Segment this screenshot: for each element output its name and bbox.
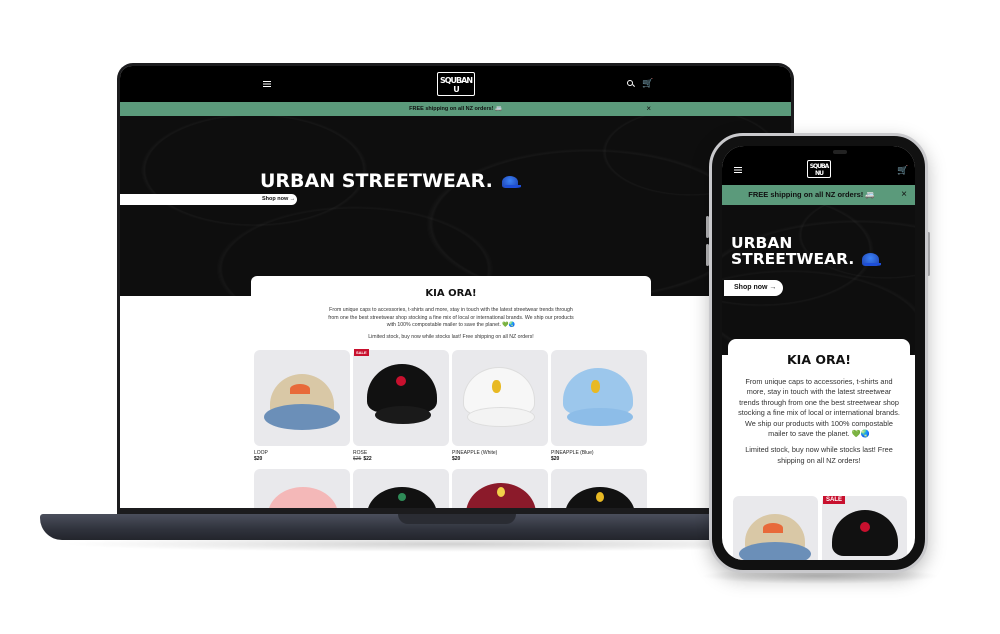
- hero-title: URBAN STREETWEAR.: [731, 235, 911, 268]
- sale-badge: SALE: [823, 496, 846, 504]
- hero-title-text: URBAN STREETWEAR.: [731, 234, 855, 269]
- hero-banner: URBAN STREETWEAR. Shop now →: [722, 205, 915, 355]
- product-card[interactable]: LOOP $20: [254, 350, 350, 462]
- shop-now-button[interactable]: Shop now →: [724, 280, 783, 296]
- desktop-site: SQUBANU 🛒 FREE shipping on all NZ orders…: [120, 66, 791, 508]
- announcement-bar: FREE shipping on all NZ orders! 🚐 ×: [120, 102, 791, 116]
- cap-icon: [502, 175, 521, 188]
- pineapple-blue-cap-image: [561, 368, 637, 432]
- product-image[interactable]: [353, 350, 449, 446]
- product-image[interactable]: [254, 469, 350, 508]
- search-icon[interactable]: [627, 80, 633, 86]
- stock-note: Limited stock, buy now while stocks last…: [745, 445, 893, 465]
- product-image[interactable]: [254, 350, 350, 446]
- loop-cap-image: [739, 514, 813, 560]
- product-sale-price: $22: [363, 456, 372, 462]
- stock-note: Limited stock, buy now while stocks last…: [368, 333, 534, 340]
- hero-banner: URBAN STREETWEAR. Shop now →: [120, 116, 791, 296]
- maroon-cap-image: [466, 483, 536, 508]
- hamburger-icon[interactable]: [734, 167, 742, 173]
- cart-icon[interactable]: 🛒: [642, 79, 653, 88]
- loop-cap-image: [264, 374, 342, 434]
- rose-cap-image: [367, 364, 437, 430]
- site-header: SQUBANU 🛒: [120, 66, 791, 102]
- product-image[interactable]: [733, 496, 818, 560]
- pink-cap-image: [268, 487, 338, 508]
- product-image[interactable]: [822, 496, 907, 560]
- sale-badge: SALE: [354, 349, 369, 356]
- close-icon[interactable]: ×: [901, 185, 907, 205]
- site-header: SQUBANU 🛒: [722, 146, 915, 185]
- hero-title: URBAN STREETWEAR.: [260, 170, 521, 192]
- site-logo[interactable]: SQUBANU: [437, 72, 475, 96]
- laptop-notch: [398, 514, 516, 524]
- mobile-site: SQUBANU 🛒 FREE shipping on all NZ orders…: [722, 146, 915, 560]
- phone-speaker: [833, 150, 847, 154]
- product-card[interactable]: SALE ROSE $25 $22: [353, 349, 449, 462]
- product-card[interactable]: PINEAPPLE (White) $20: [452, 350, 548, 462]
- product-card[interactable]: PINEAPPLE (Blue) $20: [551, 350, 647, 462]
- black-cap-image: [367, 487, 437, 508]
- product-price: $20: [551, 456, 560, 462]
- close-icon[interactable]: ×: [646, 102, 651, 116]
- product-image[interactable]: [452, 469, 548, 508]
- product-image[interactable]: [353, 469, 449, 508]
- black-cap-image: [565, 487, 635, 508]
- site-logo[interactable]: SQUBANU: [807, 160, 831, 178]
- product-price: $25 $22: [353, 456, 449, 462]
- rose-cap-image: [832, 510, 898, 560]
- intro-paragraph: From unique caps to accessories, t-shirt…: [328, 307, 574, 328]
- product-image[interactable]: [551, 469, 647, 508]
- shop-now-button[interactable]: Shop now →: [120, 194, 297, 205]
- intro-title: KIA ORA!: [425, 288, 477, 299]
- announcement-text: FREE shipping on all NZ orders! 🚐: [409, 106, 502, 112]
- announcement-text: FREE shipping on all NZ orders! 🚐: [748, 190, 875, 199]
- product-image[interactable]: [452, 350, 548, 446]
- product-old-price: $25: [353, 456, 362, 462]
- pineapple-white-cap-image: [462, 368, 538, 432]
- cap-icon: [861, 253, 882, 267]
- intro-title: KIA ORA!: [787, 352, 851, 367]
- product-price: $20: [452, 456, 461, 462]
- announcement-bar: FREE shipping on all NZ orders! 🚐 ×: [722, 185, 915, 205]
- hero-title-text: URBAN STREETWEAR.: [260, 170, 493, 192]
- product-image[interactable]: [551, 350, 647, 446]
- product-price: $20: [254, 456, 263, 462]
- cart-icon[interactable]: 🛒: [897, 166, 908, 175]
- intro-paragraph: From unique caps to accessories, t-shirt…: [738, 377, 900, 439]
- hamburger-icon[interactable]: [263, 81, 271, 87]
